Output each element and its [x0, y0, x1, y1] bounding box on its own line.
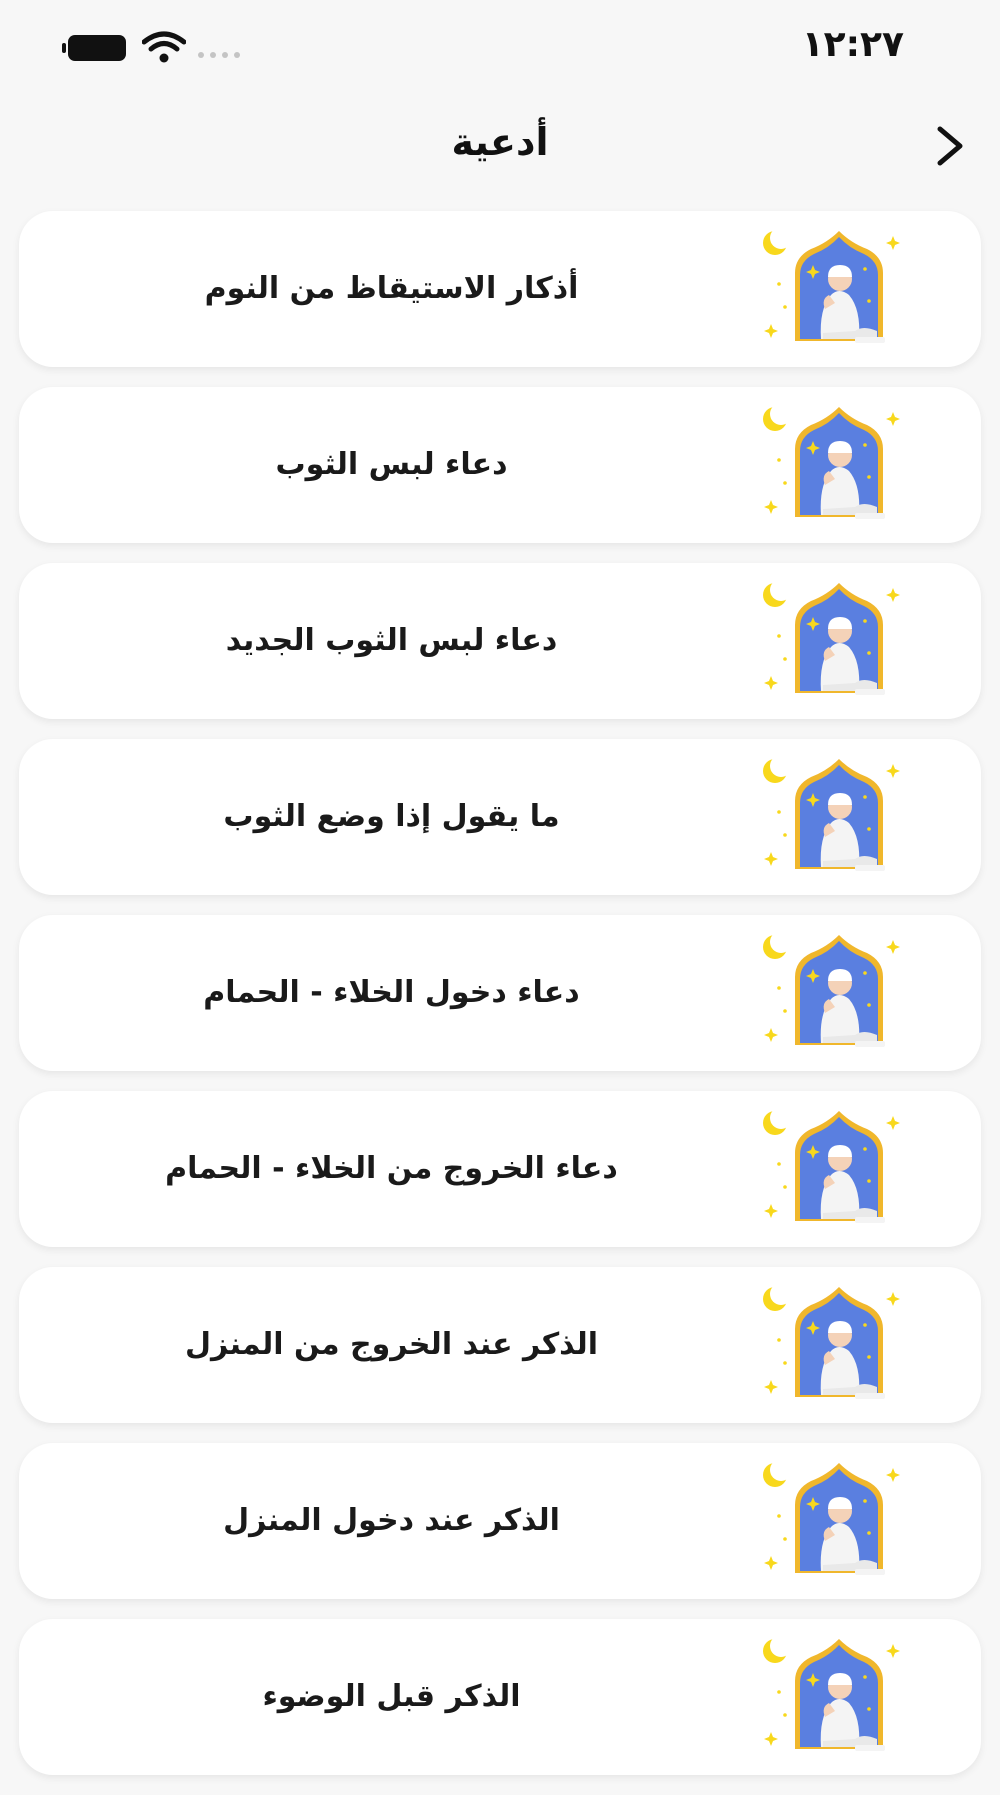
status-time: ١٢:٢٧: [801, 24, 904, 65]
praying-man-icon: [763, 1637, 900, 1751]
page-title: أدعية: [451, 120, 549, 164]
praying-man-icon: [763, 405, 900, 519]
dua-list-item[interactable]: دعاء دخول الخلاء - الحمام: [19, 915, 981, 1071]
praying-man-icon: [763, 933, 900, 1047]
status-bar: ١٢:٢٧: [0, 0, 1000, 96]
dua-list-item[interactable]: الذكر قبل الوضوء: [19, 1619, 981, 1775]
battery-icon: [62, 35, 126, 61]
signal-dot: [198, 52, 204, 58]
navigation-bar: أدعية: [0, 104, 1000, 188]
dua-list-item[interactable]: ما يقول إذا وضع الثوب: [19, 739, 981, 895]
dua-list-item[interactable]: دعاء لبس الثوب الجديد: [19, 563, 981, 719]
praying-man-icon: [763, 1285, 900, 1399]
signal-dot: [234, 52, 240, 58]
dua-title: الذكر عند الخروج من المنزل: [184, 1327, 599, 1362]
praying-man-icon: [763, 581, 900, 695]
signal-dot: [210, 52, 216, 58]
dua-list-item[interactable]: الذكر عند دخول المنزل: [19, 1443, 981, 1599]
dua-title: دعاء لبس الثوب الجديد: [225, 623, 558, 658]
dua-title: الذكر عند دخول المنزل: [223, 1503, 560, 1538]
dua-title: دعاء لبس الثوب: [275, 447, 508, 482]
back-button[interactable]: [924, 120, 976, 172]
dua-list-item[interactable]: دعاء الخروج من الخلاء - الحمام: [19, 1091, 981, 1247]
dua-list: أذكار الاستيقاظ من النوم دعاء لبس الثوب …: [19, 211, 981, 1795]
dua-title: ما يقول إذا وضع الثوب: [223, 799, 560, 834]
dua-title: دعاء الخروج من الخلاء - الحمام: [165, 1151, 618, 1186]
dua-title: أذكار الاستيقاظ من النوم: [204, 271, 579, 306]
praying-man-icon: [763, 757, 900, 871]
dua-list-item[interactable]: دعاء لبس الثوب: [19, 387, 981, 543]
signal-dot: [222, 52, 228, 58]
praying-man-icon: [763, 229, 900, 343]
wifi-icon: [142, 31, 186, 63]
dua-list-item[interactable]: الذكر عند الخروج من المنزل: [19, 1267, 981, 1423]
dua-list-item[interactable]: أذكار الاستيقاظ من النوم: [19, 211, 981, 367]
dua-title: الذكر قبل الوضوء: [262, 1679, 521, 1714]
signal-icon: [198, 52, 240, 58]
chevron-right-icon: [937, 126, 963, 166]
praying-man-icon: [763, 1461, 900, 1575]
dua-title: دعاء دخول الخلاء - الحمام: [203, 975, 580, 1010]
praying-man-icon: [763, 1109, 900, 1223]
